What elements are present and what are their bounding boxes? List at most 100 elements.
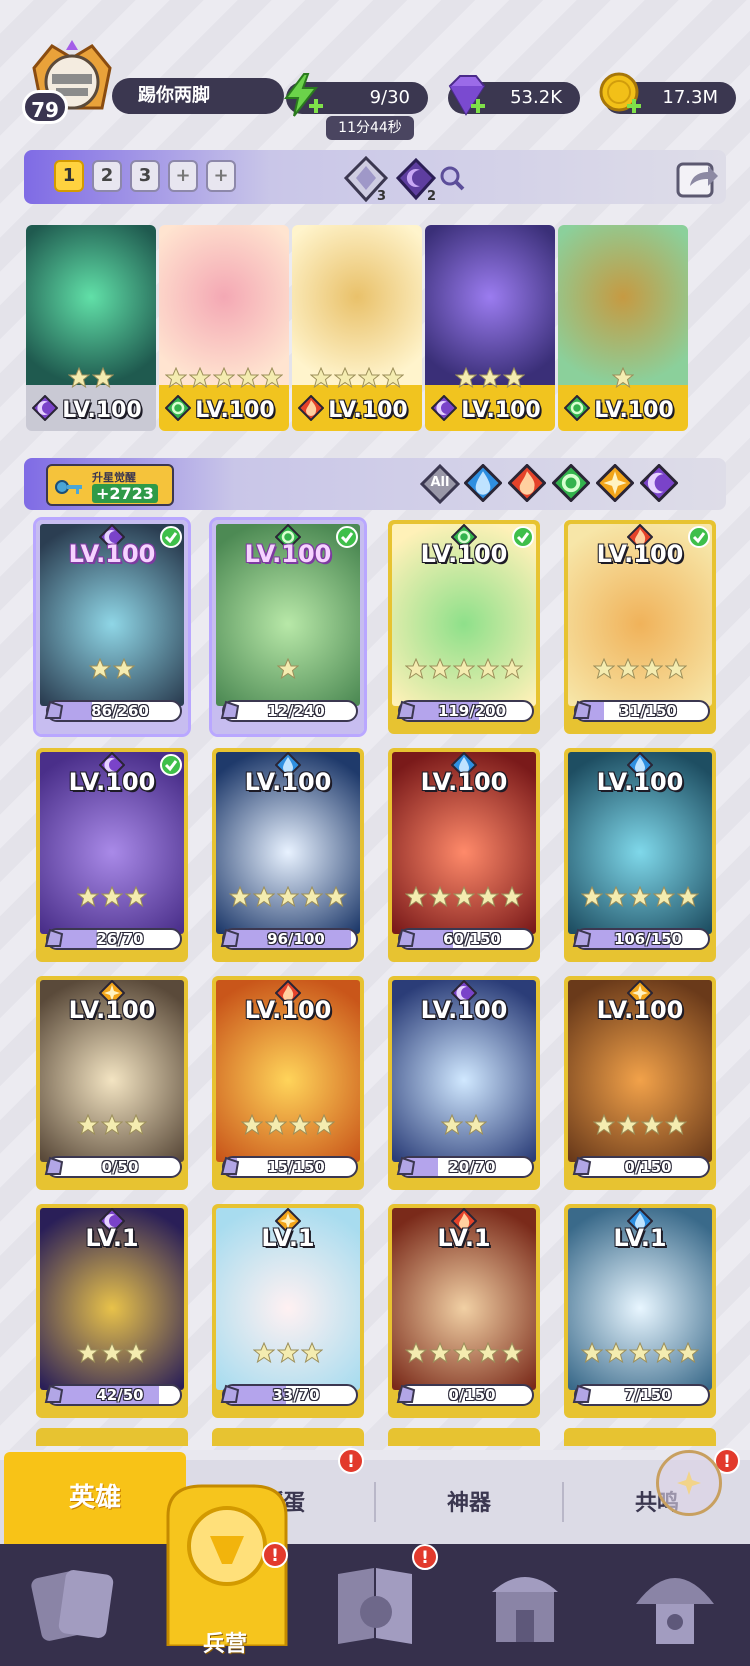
filter-water[interactable] [463, 463, 504, 506]
hero-card[interactable]: LV.100 15/150 [212, 976, 364, 1190]
star-icon [89, 658, 111, 680]
star-icon [453, 1342, 475, 1364]
star-icon [477, 658, 499, 680]
share-icon[interactable] [676, 158, 720, 198]
hero-level: LV.100 [420, 768, 508, 796]
hero-card[interactable]: LV.100 119/200 [388, 520, 540, 734]
energy-value: 9/30 [369, 87, 410, 108]
team-hero-card[interactable]: LV.100 [26, 225, 156, 431]
nav-cards[interactable] [0, 1544, 150, 1666]
gem-counter[interactable]: 53.2K [448, 75, 580, 116]
hero-card[interactable]: LV.100 12/240 [209, 517, 367, 737]
crystal-a[interactable]: 3 [342, 155, 390, 204]
player-name: 踢你两脚 [112, 78, 284, 114]
hero-card[interactable]: LV.100 60/150 [388, 748, 540, 962]
hero-portrait [26, 225, 156, 385]
barracks-alert-badge: ! [262, 1542, 288, 1568]
gold-counter[interactable]: 17.3M [599, 72, 736, 114]
hero-card-partial [388, 1428, 540, 1446]
filter-fire[interactable] [507, 463, 548, 506]
awaken-label: 升星觉醒 [92, 471, 136, 484]
filter-nature[interactable] [551, 463, 592, 504]
team-hero-card[interactable]: LV.100 [425, 225, 555, 431]
filter-dark[interactable] [639, 463, 680, 504]
team-hero-card[interactable]: LV.100 [558, 225, 688, 431]
star-icon [277, 1342, 299, 1364]
star-rating [425, 367, 555, 389]
sparkle-ring-button[interactable] [656, 1450, 722, 1516]
shard-icon [220, 700, 240, 719]
tab-heroes[interactable]: 英雄 [4, 1452, 186, 1544]
star-icon [617, 658, 639, 680]
star-rating [212, 1342, 364, 1364]
star-rating [212, 886, 364, 908]
star-icon [101, 1342, 123, 1364]
team-hero-card[interactable]: LV.100 [292, 225, 422, 431]
awaken-button[interactable]: 升星觉醒 +2723 [46, 464, 174, 506]
star-icon [665, 658, 687, 680]
hero-card-partial [36, 1428, 188, 1446]
hero-card[interactable]: LV.1 0/150 [388, 1204, 540, 1418]
team-tab-3[interactable]: 3 [130, 160, 160, 192]
mushroom-house-icon [636, 1578, 714, 1644]
star-rating [564, 1114, 716, 1136]
shard-icon [396, 700, 416, 719]
water-filter-icon [463, 463, 503, 506]
hero-card[interactable]: LV.100 20/70 [388, 976, 540, 1190]
team-tab-add[interactable]: + [206, 160, 236, 192]
hero-card[interactable]: LV.100 86/260 [33, 517, 191, 737]
star-icon [465, 1114, 487, 1136]
hero-card[interactable]: LV.100 31/150 [564, 520, 716, 734]
star-icon [653, 886, 675, 908]
team-hero-card[interactable]: LV.100 [159, 225, 289, 431]
star-icon [237, 367, 259, 389]
hero-card[interactable]: LV.100 0/50 [36, 976, 188, 1190]
hero-card[interactable]: LV.100 0/150 [564, 976, 716, 1190]
shard-icon [44, 1384, 64, 1403]
star-icon [261, 367, 283, 389]
star-icon [593, 1114, 615, 1136]
star-icon [325, 886, 347, 908]
fire-filter-icon [507, 463, 547, 506]
nav-guild[interactable] [600, 1544, 750, 1666]
star-icon [629, 1342, 651, 1364]
star-icon [429, 886, 451, 908]
crystal-b[interactable]: 2 [392, 156, 440, 204]
star-icon [77, 886, 99, 908]
book-alert-badge: ! [412, 1544, 438, 1570]
star-icon [382, 367, 404, 389]
player-profile[interactable]: 79 踢你两脚 [22, 38, 284, 124]
star-rating [212, 658, 364, 680]
tab-artifacts[interactable]: 神器 [376, 1460, 562, 1544]
team-tab-2[interactable]: 2 [92, 160, 122, 192]
light-filter-icon [595, 463, 635, 506]
magnifier-icon[interactable] [438, 164, 466, 192]
hero-card[interactable]: LV.1 33/70 [212, 1204, 364, 1418]
team-selector-bar: 1 2 3 + + 3 2 [24, 150, 726, 204]
filter-all[interactable]: All [419, 463, 461, 505]
hero-card[interactable]: LV.1 42/50 [36, 1204, 188, 1418]
hero-card-partial [564, 1428, 716, 1446]
filter-light[interactable] [595, 463, 636, 506]
team-tab-add[interactable]: + [168, 160, 198, 192]
key-icon [55, 480, 82, 494]
star-icon [77, 1342, 99, 1364]
energy-counter[interactable]: 9/30 [284, 73, 428, 117]
plus-icon[interactable] [308, 98, 324, 114]
hero-card[interactable]: LV.100 106/150 [564, 748, 716, 962]
hero-card[interactable]: LV.100 96/100 [212, 748, 364, 962]
star-rating [388, 1114, 540, 1136]
plus-icon[interactable] [470, 98, 486, 114]
plus-icon[interactable] [626, 98, 642, 114]
hero-card[interactable]: LV.100 26/70 [36, 748, 188, 962]
team-tab-1[interactable]: 1 [54, 160, 84, 192]
star-rating [212, 1114, 364, 1136]
star-icon [358, 367, 380, 389]
star-icon [455, 367, 477, 389]
star-rating [564, 886, 716, 908]
star-icon [501, 886, 523, 908]
shard-icon [572, 1384, 592, 1403]
hero-card[interactable]: LV.1 7/150 [564, 1204, 716, 1418]
star-rating [36, 1114, 188, 1136]
nav-shrine[interactable] [450, 1544, 600, 1666]
